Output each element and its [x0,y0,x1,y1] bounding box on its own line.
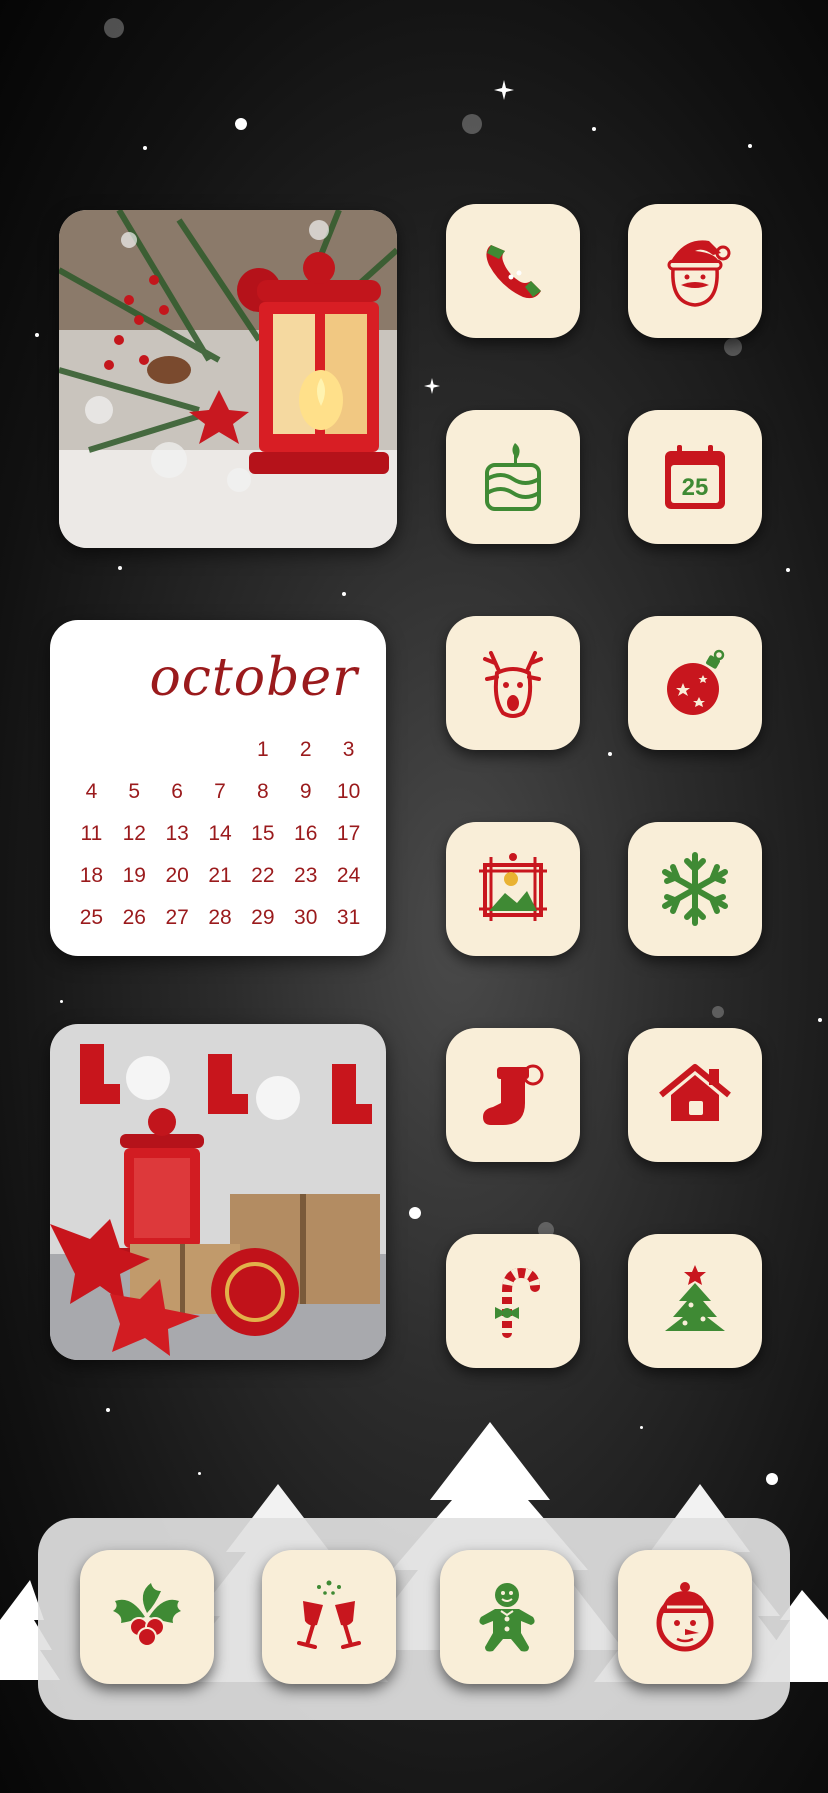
snowflake-dot [786,568,790,572]
photo-frame-icon [479,853,547,921]
app-stocking[interactable] [446,1028,580,1162]
snowflake-dot [608,752,612,756]
calendar-empty-cell [156,738,199,762]
snow-bokeh [104,18,124,38]
snowflake-dot [106,1408,110,1412]
calendar-day: 29 [251,906,275,929]
calendar-icon-date: 25 [682,474,709,501]
calendar-day: 15 [251,822,275,845]
calendar-day: 12 [122,822,146,845]
app-santa[interactable] [628,204,762,338]
calendar-empty-cell [199,738,242,762]
app-ornament[interactable] [628,616,762,750]
snowflake-dot [235,118,247,130]
snow-bokeh [462,114,482,134]
calendar-day: 10 [336,780,361,803]
house-icon [659,1064,731,1121]
calendar-day: 4 [85,780,98,803]
calendar-day: 16 [294,822,318,845]
calendar-empty-cell [113,738,156,762]
lantern-photo [59,210,397,548]
calendar-day: 30 [294,906,318,929]
app-gift-box[interactable] [446,410,580,544]
calendar-day: 23 [294,864,318,887]
dock-app-holly[interactable] [80,1550,214,1684]
calendar-day: 7 [214,780,226,803]
dock-app-gingerbread[interactable] [440,1550,574,1684]
snowflake-dot [409,1207,421,1219]
calendar-day: 8 [257,780,269,803]
calendar-day: 17 [336,822,361,845]
ornament-icon [667,649,725,715]
gingerbread-man-icon [479,1583,535,1652]
calendar-day: 19 [122,864,146,887]
calendar-day: 3 [342,738,355,761]
calendar-day: 9 [299,780,312,803]
calendar-day: 18 [79,864,104,887]
calendar-day: 24 [336,864,361,887]
calendar-day: 13 [165,822,189,845]
app-christmas-tree[interactable] [628,1234,762,1368]
calendar-day: 11 [80,822,103,845]
champagne-glasses-icon [297,1580,361,1649]
phone-icon [486,245,541,299]
snowflake-dot [748,144,752,148]
photo-widget-gifts[interactable] [50,1024,386,1360]
snowflake-dot [35,333,39,337]
snowflake-icon [662,852,728,926]
app-reindeer[interactable] [446,616,580,750]
calendar-day: 31 [336,906,361,929]
calendar-day: 1 [257,738,269,761]
snowman-icon [656,1582,714,1652]
christmas-tree-icon [665,1265,725,1331]
holly-icon [113,1583,181,1647]
snow-bokeh [724,338,742,356]
calendar-widget[interactable]: october 1 2 3 4 5 6 7 8 9 10 11 12 13 14 15 16 17 18 19 20 2… [50,620,386,956]
calendar-day: 2 [299,738,312,761]
calendar-day: 20 [165,864,189,887]
app-snowflake[interactable] [628,822,762,956]
gifts-photo [50,1024,386,1360]
app-photos[interactable] [446,822,580,956]
calendar-day: 21 [208,864,232,887]
calendar-day: 27 [165,906,189,929]
calendar-day: 25 [79,906,104,929]
snowflake-dot [592,127,596,131]
snowflake-dot [143,146,147,150]
santa-icon [667,240,731,307]
snowflake-dot [118,566,122,570]
calendar-day: 6 [171,780,183,803]
dock-app-champagne[interactable] [262,1550,396,1684]
calendar-day: 22 [251,864,275,887]
snowflake-dot [60,1000,63,1003]
gift-box-icon [485,443,541,511]
snow-bokeh [712,1006,724,1018]
stocking-icon [483,1064,544,1125]
sparkle-icon [424,378,440,394]
calendar-day: 28 [208,906,232,929]
calendar-empty-cell [70,738,113,762]
calendar-icon: 25 [665,445,725,509]
snowflake-dot [342,592,346,596]
app-candy-cane[interactable] [446,1234,580,1368]
calendar-grid: 1 2 3 4 5 6 7 8 9 10 11 12 13 14 15 16 17 18 19 20 21 22 23 24 2… [70,738,370,930]
app-phone[interactable] [446,204,580,338]
sparkle-icon [494,80,514,100]
dock-app-snowman[interactable] [618,1550,752,1684]
snowflake-dot [818,1018,822,1022]
app-calendar[interactable]: 25 [628,410,762,544]
calendar-day: 14 [208,822,232,845]
calendar-day: 5 [128,780,141,803]
calendar-day: 26 [122,906,146,929]
candy-cane-icon [495,1267,540,1338]
calendar-month: october [149,648,358,708]
app-home[interactable] [628,1028,762,1162]
reindeer-icon [483,651,543,718]
photo-widget-lantern[interactable] [59,210,397,548]
